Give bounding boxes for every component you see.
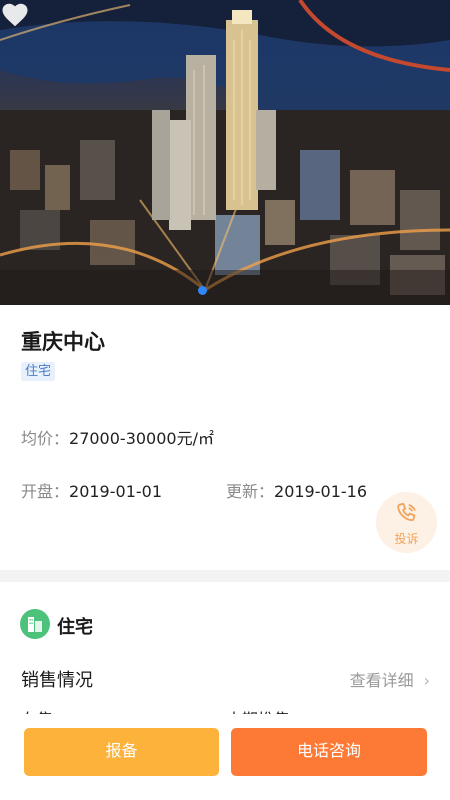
chevron-right-icon: ›	[423, 671, 430, 690]
phone-icon	[397, 502, 416, 522]
complain-button[interactable]: 投诉	[376, 492, 437, 553]
heart-icon[interactable]	[0, 0, 30, 30]
price-label: 均价：	[21, 429, 70, 448]
price-value: 27000-30000元/㎡	[69, 429, 214, 448]
open-label: 开盘：	[21, 482, 70, 501]
view-details-link[interactable]: 查看详细 ›	[350, 667, 430, 691]
view-details-label: 查看详细	[349, 671, 414, 690]
update-date: 更新：2019-01-16	[226, 478, 367, 502]
bottom-action-bar: 报备 电话咨询	[0, 714, 450, 800]
carousel-indicator-dot[interactable]	[198, 286, 207, 295]
building-icon	[20, 609, 50, 639]
section-title: 住宅	[57, 617, 93, 638]
sales-status-heading: 销售情况	[21, 670, 93, 691]
update-label: 更新：	[226, 482, 275, 501]
project-name: 重庆中心	[21, 330, 105, 354]
hero-image[interactable]	[0, 0, 450, 305]
open-value: 2019-01-01	[69, 482, 162, 501]
opening-date: 开盘：2019-01-01	[21, 478, 162, 502]
section-divider	[0, 570, 450, 582]
property-type-tag: 住宅	[21, 362, 56, 381]
update-value: 2019-01-16	[274, 482, 367, 501]
average-price: 均价：27000-30000元/㎡	[21, 425, 214, 449]
report-button[interactable]: 报备	[24, 728, 219, 776]
complain-label: 投诉	[394, 532, 419, 546]
night-city-illustration	[0, 0, 450, 305]
call-consult-button[interactable]: 电话咨询	[231, 728, 427, 776]
